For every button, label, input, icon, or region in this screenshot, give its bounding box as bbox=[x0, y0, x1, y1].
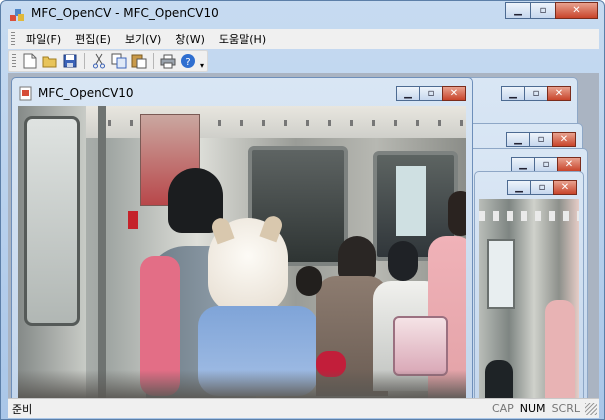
minimize-button[interactable]: ▁ bbox=[507, 180, 531, 195]
new-button[interactable] bbox=[21, 52, 39, 70]
menu-bar: 파일(F) 편집(E) 보기(V) 창(W) 도움말(H) bbox=[8, 29, 599, 49]
save-button[interactable] bbox=[61, 52, 79, 70]
print-icon bbox=[160, 54, 176, 68]
maximize-icon: ▫ bbox=[539, 5, 547, 16]
mdi-client-area: ▁ ▫ ✕ ▁ ▫ ✕ ▁ ▫ ✕ ▁ ▫ ✕ MFC_OpenCV10 ▁ ▫… bbox=[8, 73, 599, 398]
minimize-button[interactable]: ▁ bbox=[505, 2, 531, 19]
caps-lock-indicator: CAP bbox=[491, 402, 514, 415]
num-lock-indicator: NUM bbox=[519, 402, 546, 415]
cut-icon bbox=[93, 53, 105, 69]
maximize-button[interactable]: ▫ bbox=[530, 2, 556, 19]
train-image-thumbnail bbox=[479, 199, 579, 398]
toolbar-separator bbox=[84, 53, 85, 69]
menubar-grip[interactable] bbox=[11, 32, 15, 46]
maximize-button[interactable]: ▫ bbox=[530, 180, 554, 195]
minimize-button[interactable]: ▁ bbox=[396, 86, 420, 101]
maximize-button[interactable]: ▫ bbox=[419, 86, 443, 101]
toolbar: ? ▾ bbox=[8, 50, 208, 72]
close-icon: ✕ bbox=[449, 88, 459, 99]
open-folder-icon bbox=[42, 56, 57, 68]
maximize-button[interactable]: ▫ bbox=[529, 132, 553, 147]
app-icon bbox=[10, 9, 24, 21]
paste-button[interactable] bbox=[130, 52, 148, 70]
save-icon bbox=[63, 54, 77, 68]
copy-button[interactable] bbox=[110, 52, 128, 70]
minimize-button[interactable]: ▁ bbox=[511, 157, 535, 172]
close-button[interactable]: ✕ bbox=[553, 180, 577, 195]
scroll-lock-indicator: SCRL bbox=[551, 402, 580, 415]
status-text: 준비 bbox=[12, 402, 33, 416]
toolbar-grip[interactable] bbox=[12, 54, 16, 68]
child-window-back-4[interactable]: ▁ ▫ ✕ bbox=[474, 171, 584, 398]
maximize-button[interactable]: ▫ bbox=[534, 157, 558, 172]
cut-button[interactable] bbox=[90, 52, 108, 70]
close-button[interactable]: ✕ bbox=[547, 86, 571, 101]
close-icon: ✕ bbox=[572, 5, 581, 16]
paste-icon bbox=[131, 54, 147, 69]
help-button[interactable]: ? bbox=[179, 52, 197, 70]
maximize-button[interactable]: ▫ bbox=[524, 86, 548, 101]
resize-grip-icon[interactable] bbox=[585, 402, 597, 415]
minimize-icon: ▁ bbox=[514, 5, 522, 16]
minimize-button[interactable]: ▁ bbox=[506, 132, 530, 147]
window-title: MFC_OpenCV - MFC_OpenCV10 bbox=[31, 6, 219, 20]
minimize-icon: ▁ bbox=[404, 88, 412, 99]
menu-edit[interactable]: 편집(E) bbox=[68, 31, 118, 47]
child-window-active[interactable]: MFC_OpenCV10 ▁ ▫ ✕ bbox=[11, 77, 473, 398]
new-icon bbox=[23, 53, 37, 69]
minimize-button[interactable]: ▁ bbox=[501, 86, 525, 101]
document-icon bbox=[19, 86, 32, 101]
menu-file[interactable]: 파일(F) bbox=[19, 31, 68, 47]
help-icon: ? bbox=[181, 54, 195, 68]
svg-text:?: ? bbox=[185, 57, 190, 68]
maximize-icon: ▫ bbox=[427, 88, 435, 99]
open-button[interactable] bbox=[41, 52, 59, 70]
status-bar: 준비 CAP NUM SCRL bbox=[8, 398, 599, 418]
main-window: MFC_OpenCV - MFC_OpenCV10 ▁ ▫ ✕ 파일(F) 편집… bbox=[0, 0, 605, 420]
menu-window[interactable]: 창(W) bbox=[168, 31, 212, 47]
close-button[interactable]: ✕ bbox=[442, 86, 466, 101]
toolbar-separator bbox=[153, 53, 154, 69]
close-button[interactable]: ✕ bbox=[552, 132, 576, 147]
print-button[interactable] bbox=[159, 52, 177, 70]
copy-icon bbox=[111, 53, 127, 69]
toolbar-overflow-icon[interactable]: ▾ bbox=[198, 52, 206, 70]
menu-help[interactable]: 도움말(H) bbox=[212, 31, 273, 47]
title-bar[interactable]: MFC_OpenCV - MFC_OpenCV10 ▁ ▫ ✕ bbox=[1, 1, 604, 27]
menu-view[interactable]: 보기(V) bbox=[118, 31, 168, 47]
child-window-title: MFC_OpenCV10 bbox=[38, 86, 134, 100]
subway-photo bbox=[18, 106, 466, 398]
close-button[interactable]: ✕ bbox=[557, 157, 581, 172]
close-button[interactable]: ✕ bbox=[555, 2, 598, 19]
